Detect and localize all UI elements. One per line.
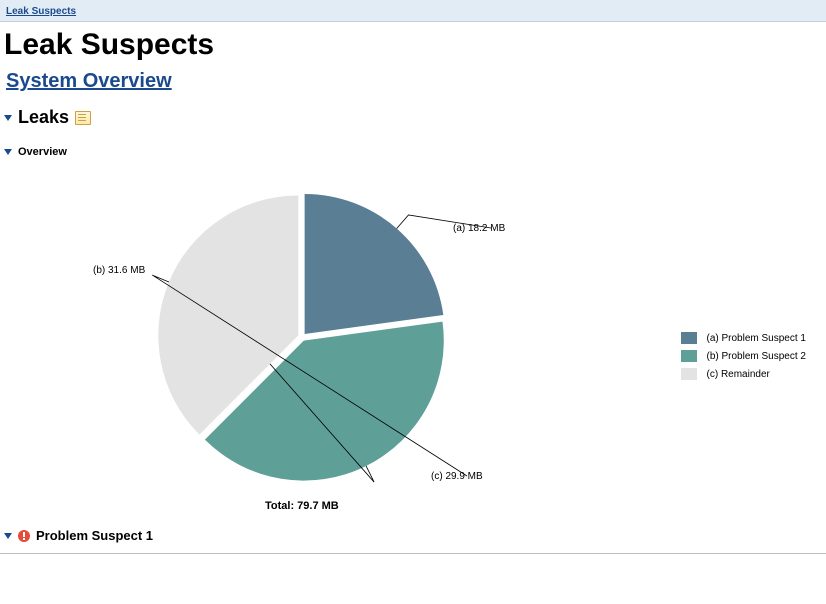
pie-label-a: (a) 18.2 MB — [453, 223, 505, 234]
section-overview[interactable]: Overview — [4, 146, 826, 158]
chevron-down-icon — [4, 149, 12, 155]
breadcrumb-link[interactable]: Leak Suspects — [6, 6, 76, 17]
chevron-down-icon — [4, 115, 12, 121]
page-title: Leak Suspects — [4, 28, 822, 62]
pie-slice-a — [305, 194, 444, 334]
divider — [0, 553, 826, 554]
section-problem-suspect-1[interactable]: Problem Suspect 1 — [4, 528, 826, 543]
section-leaks-label: Leaks — [18, 107, 69, 128]
header-bar: Leak Suspects — [0, 0, 826, 22]
legend-label-c: (c) Remainder — [707, 369, 770, 380]
legend-label-a: (a) Problem Suspect 1 — [707, 333, 807, 344]
legend-item-c: (c) Remainder — [681, 368, 807, 380]
legend-label-b: (b) Problem Suspect 2 — [707, 351, 807, 362]
chevron-down-icon — [4, 533, 12, 539]
section-problem1-label: Problem Suspect 1 — [36, 528, 153, 543]
pie-chart: (a) 18.2 MB (b) 31.6 MB (c) 29.9 MB Tota… — [40, 162, 826, 522]
pie-legend: (a) Problem Suspect 1 (b) Problem Suspec… — [681, 332, 807, 386]
error-icon — [18, 530, 30, 542]
system-overview-link[interactable]: System Overview — [6, 70, 172, 92]
pie-total-label: Total: 79.7 MB — [265, 500, 339, 512]
section-leaks[interactable]: Leaks — [4, 107, 826, 128]
legend-item-a: (a) Problem Suspect 1 — [681, 332, 807, 344]
legend-swatch-b — [681, 350, 697, 362]
pie-label-c: (c) 29.9 MB — [431, 471, 483, 482]
legend-swatch-a — [681, 332, 697, 344]
pie-chart-svg — [40, 162, 580, 492]
pie-label-b: (b) 31.6 MB — [93, 265, 145, 276]
section-overview-label: Overview — [18, 146, 67, 158]
report-icon[interactable] — [75, 111, 91, 125]
legend-item-b: (b) Problem Suspect 2 — [681, 350, 807, 362]
legend-swatch-c — [681, 368, 697, 380]
